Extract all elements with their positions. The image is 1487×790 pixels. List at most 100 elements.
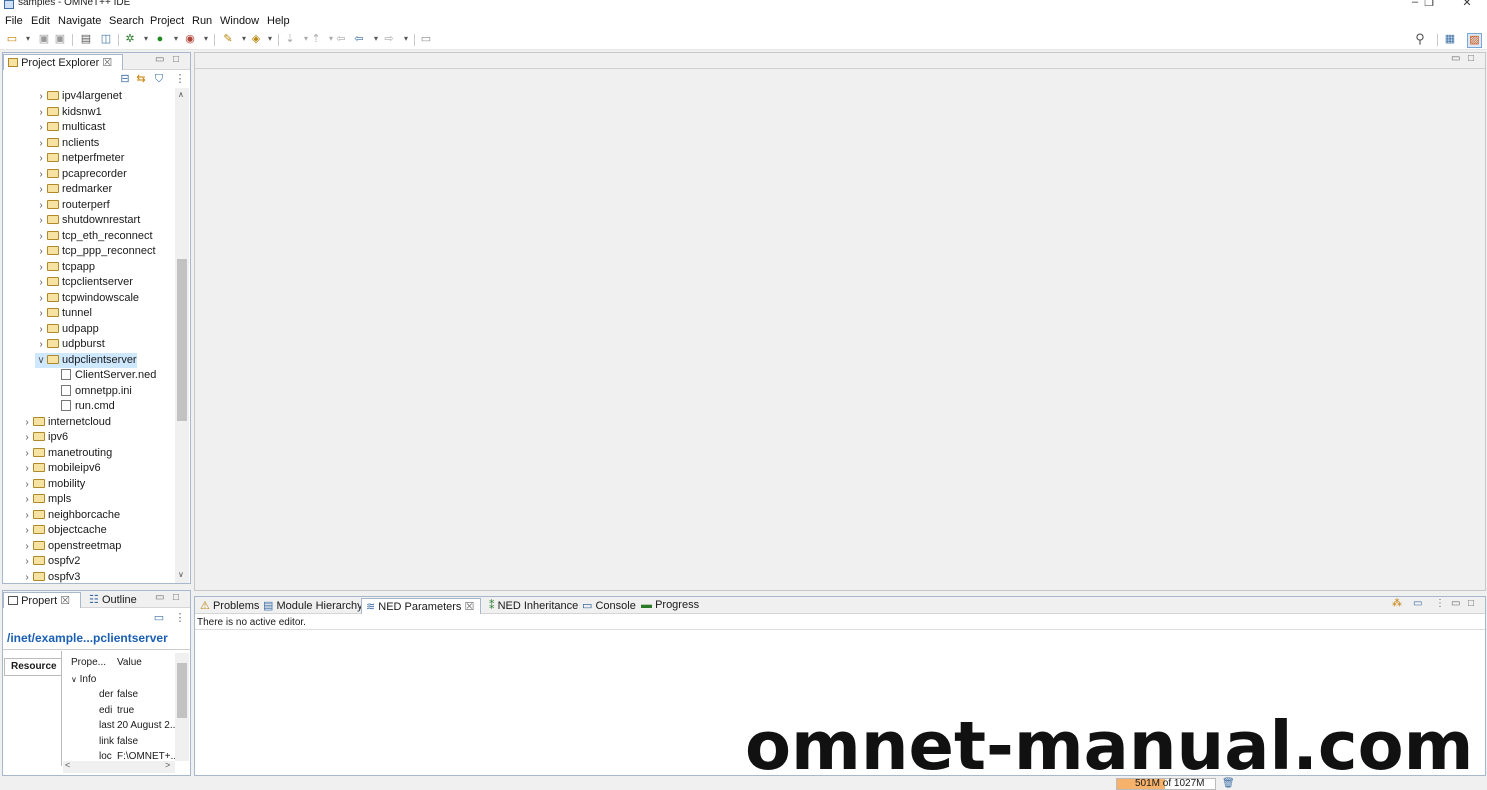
pin-icon[interactable]: ▭ — [1413, 598, 1422, 609]
view-menu-icon[interactable]: ⋮ — [1435, 598, 1445, 609]
profile-icon[interactable]: ◉ — [184, 33, 196, 45]
menu-help[interactable]: Help — [267, 15, 290, 27]
close-tab-icon[interactable]: ☒ — [464, 601, 474, 613]
expand-chevron-icon[interactable]: › — [35, 306, 47, 321]
menu-run[interactable]: Run — [192, 15, 212, 27]
expand-chevron-icon[interactable]: › — [35, 337, 47, 352]
expand-chevron-icon[interactable]: › — [21, 415, 33, 430]
menu-navigate[interactable]: Navigate — [58, 15, 101, 27]
link-editor-icon[interactable]: ⇆ — [135, 73, 147, 85]
tree-folder-item[interactable]: › ipv6 — [21, 430, 68, 445]
run-icon[interactable]: ● — [154, 33, 166, 45]
tree-folder-item[interactable]: › tunnel — [35, 306, 92, 321]
tree-folder-item[interactable]: › tcpwindowscale — [35, 291, 139, 306]
new-icon[interactable]: ▭ — [6, 33, 18, 45]
prop-value[interactable]: true — [117, 703, 134, 718]
tree-file-item[interactable]: run.cmd — [49, 399, 115, 414]
perspective-icon[interactable]: ▨ — [1467, 33, 1482, 48]
expand-chevron-icon[interactable]: › — [35, 182, 47, 197]
expand-chevron-icon[interactable]: › — [21, 523, 33, 538]
tree-folder-item[interactable]: › internetcloud — [21, 415, 111, 430]
tab-outline[interactable]: ☷ Outline — [85, 592, 141, 608]
expand-chevron-icon[interactable]: › — [35, 136, 47, 151]
debug-dropdown-icon[interactable]: ▾ — [140, 33, 152, 45]
tab-resource[interactable]: Resource — [4, 658, 61, 676]
tree-folder-item[interactable]: › mpls — [21, 492, 71, 507]
close-tab-icon[interactable]: ☒ — [60, 595, 70, 607]
editor-minimize-icon[interactable]: ▭ — [1451, 53, 1460, 64]
next-annotation-icon[interactable]: ⇣ — [284, 33, 296, 45]
view-menu-icon[interactable]: ⋮ — [174, 73, 186, 85]
expand-chevron-icon[interactable]: › — [35, 151, 47, 166]
tree-folder-item[interactable]: › shutdownrestart — [35, 213, 140, 228]
tab-properties[interactable]: Propert ☒ — [3, 592, 81, 608]
scroll-left-icon[interactable]: < — [65, 760, 70, 770]
expand-chevron-icon[interactable]: › — [35, 198, 47, 213]
tree-folder-item[interactable]: › tcpapp — [35, 260, 95, 275]
menu-edit[interactable]: Edit — [31, 15, 50, 27]
info-group[interactable]: ∨ Info — [71, 672, 96, 687]
expand-chevron-icon[interactable]: › — [35, 229, 47, 244]
tree-folder-item[interactable]: › neighborcache — [21, 508, 120, 523]
flat-mode-icon[interactable]: ⁂ — [1392, 598, 1402, 609]
prop-value[interactable]: false — [117, 687, 138, 702]
collapse-chevron-icon[interactable]: ∨ — [35, 353, 47, 368]
forward-dropdown-icon[interactable]: ▾ — [400, 33, 412, 45]
tree-folder-item[interactable]: › manetrouting — [21, 446, 112, 461]
expand-chevron-icon[interactable]: › — [21, 570, 33, 584]
prop-value[interactable]: false — [117, 734, 138, 749]
scroll-right-icon[interactable]: > — [165, 760, 170, 770]
pin-editor-icon[interactable]: ▭ — [420, 33, 432, 45]
tree-folder-item[interactable]: ∨ udpclientserver — [35, 352, 137, 368]
tab-ned-inheritance[interactable]: ⁑ NED Inheritance — [485, 598, 582, 614]
back-icon[interactable]: ⇦ — [353, 33, 365, 45]
expand-chevron-icon[interactable]: › — [21, 461, 33, 476]
column-header-value[interactable]: Value — [117, 655, 142, 670]
expand-chevron-icon[interactable]: › — [35, 105, 47, 120]
tree-folder-item[interactable]: › tcp_ppp_reconnect — [35, 244, 155, 259]
tree-file-item[interactable]: ClientServer.ned — [49, 368, 156, 383]
tab-console[interactable]: ▭ Console — [578, 598, 640, 614]
save-icon[interactable]: ▣ — [38, 33, 50, 45]
tree-folder-item[interactable]: › ipv4largenet — [35, 89, 122, 104]
expand-chevron-icon[interactable]: › — [21, 446, 33, 461]
scroll-down-icon[interactable]: ∨ — [178, 570, 184, 579]
maximize-icon[interactable]: □ — [173, 54, 179, 65]
expand-chevron-icon[interactable]: › — [35, 260, 47, 275]
column-header-property[interactable]: Prope... — [71, 655, 106, 670]
close-tab-icon[interactable]: ☒ — [102, 57, 112, 69]
open-type-icon[interactable]: ◈ — [250, 33, 262, 45]
prop-value[interactable]: 20 August 2... — [117, 718, 178, 733]
tree-file-item[interactable]: omnetpp.ini — [49, 384, 132, 399]
back-dropdown-icon[interactable]: ▾ — [370, 33, 382, 45]
editor-maximize-icon[interactable]: □ — [1468, 53, 1474, 64]
tree-folder-item[interactable]: › mobility — [21, 477, 85, 492]
properties-scrollbar[interactable] — [175, 653, 189, 761]
new-dropdown-icon[interactable]: ▾ — [22, 33, 34, 45]
tree-folder-item[interactable]: › tcpclientserver — [35, 275, 133, 290]
tab-ned-parameters[interactable]: ≋ NED Parameters ☒ — [361, 598, 481, 614]
collapse-all-icon[interactable]: ⊟ — [119, 73, 131, 85]
tree-folder-item[interactable]: › pcaprecorder — [35, 167, 127, 182]
expand-chevron-icon[interactable]: › — [35, 167, 47, 182]
debug-icon[interactable]: ✲ — [124, 33, 136, 45]
expand-chevron-icon[interactable]: › — [35, 89, 47, 104]
tree-scrollbar[interactable]: ∧ ∨ — [175, 88, 189, 583]
print-icon[interactable]: ▤ — [80, 33, 92, 45]
expand-chevron-icon[interactable]: › — [35, 120, 47, 135]
tab-problems[interactable]: ⚠ Problems — [196, 598, 263, 614]
prev-annotation-icon[interactable]: ⇡ — [310, 33, 322, 45]
expand-chevron-icon[interactable]: › — [21, 508, 33, 523]
menu-file[interactable]: File — [5, 15, 23, 27]
expand-chevron-icon[interactable]: › — [21, 554, 33, 569]
pin-icon[interactable]: ▭ — [153, 612, 165, 624]
expand-chevron-icon[interactable]: › — [35, 275, 47, 290]
properties-hscrollbar[interactable]: < > — [63, 760, 175, 773]
tree-scroll-thumb[interactable] — [177, 259, 187, 421]
tree-folder-item[interactable]: › udpapp — [35, 322, 98, 337]
menu-window[interactable]: Window — [220, 15, 259, 27]
menu-project[interactable]: Project — [150, 15, 184, 27]
maximize-icon[interactable]: □ — [173, 592, 179, 603]
expand-chevron-icon[interactable]: › — [35, 291, 47, 306]
tab-project-explorer[interactable]: Project Explorer ☒ — [3, 54, 123, 70]
